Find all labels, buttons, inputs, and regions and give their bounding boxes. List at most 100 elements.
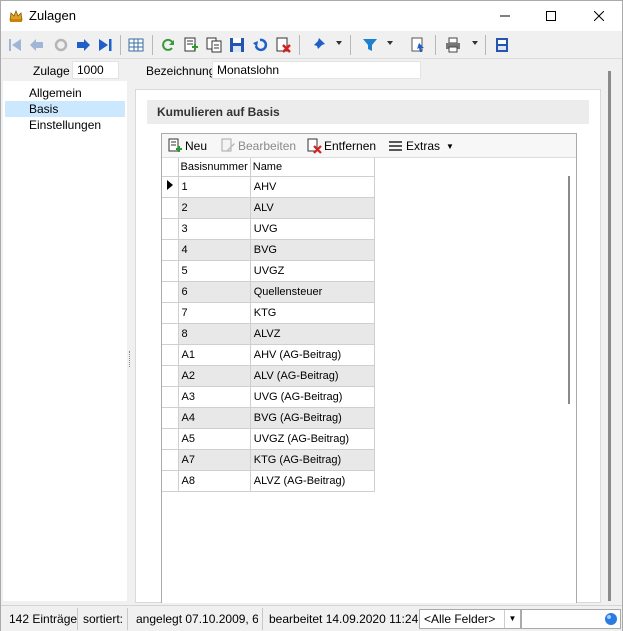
cell-name[interactable]: ALVZ (AG-Beitrag) xyxy=(250,470,375,492)
cell-name[interactable]: AHV xyxy=(250,176,375,198)
table-row[interactable]: A4 BVG (AG-Beitrag) xyxy=(162,407,375,429)
new-record-icon[interactable] xyxy=(181,35,201,55)
sidebar-item-einstellungen[interactable]: Einstellungen xyxy=(5,117,125,133)
sidebar-item-allgemein[interactable]: Allgemein xyxy=(5,85,125,101)
field-combo[interactable]: <Alle Felder> ▼ xyxy=(419,609,521,629)
undo-icon[interactable] xyxy=(250,35,270,55)
table-row[interactable]: A8 ALVZ (AG-Beitrag) xyxy=(162,470,375,492)
row-indicator[interactable] xyxy=(162,344,179,366)
panel-scrollbar[interactable] xyxy=(608,71,611,601)
table-row[interactable]: 5 UVGZ xyxy=(162,260,375,282)
cell-basisnummer[interactable]: A5 xyxy=(178,428,251,450)
cell-basisnummer[interactable]: 1 xyxy=(178,176,251,198)
calculator-icon[interactable] xyxy=(492,35,512,55)
table-row[interactable]: 7 KTG xyxy=(162,302,375,324)
table-row[interactable]: 1 AHV xyxy=(162,176,375,198)
splitter-handle[interactable] xyxy=(129,351,131,367)
extras-menu[interactable]: Extras ▼ xyxy=(388,138,454,154)
cell-name[interactable]: ALV xyxy=(250,197,375,219)
row-indicator[interactable] xyxy=(162,365,179,387)
cell-name[interactable]: BVG (AG-Beitrag) xyxy=(250,407,375,429)
remove-button[interactable]: Entfernen xyxy=(306,138,376,154)
cell-basisnummer[interactable]: 2 xyxy=(178,197,251,219)
pin-icon[interactable] xyxy=(308,35,328,55)
pin-dropdown-arrow[interactable] xyxy=(336,41,342,45)
row-indicator[interactable] xyxy=(162,197,179,219)
delete-icon[interactable] xyxy=(273,35,293,55)
search-input[interactable] xyxy=(521,609,621,629)
cell-basisnummer[interactable]: A8 xyxy=(178,470,251,492)
row-indicator[interactable] xyxy=(162,281,179,303)
filter-dropdown-arrow[interactable] xyxy=(387,41,393,45)
sidebar-item-basis[interactable]: Basis xyxy=(5,101,125,117)
cell-basisnummer[interactable]: A3 xyxy=(178,386,251,408)
row-indicator[interactable] xyxy=(162,239,179,261)
chevron-down-icon[interactable]: ▼ xyxy=(504,610,520,628)
cell-basisnummer[interactable]: 4 xyxy=(178,239,251,261)
cell-name[interactable]: UVG (AG-Beitrag) xyxy=(250,386,375,408)
row-indicator[interactable] xyxy=(162,407,179,429)
cell-name[interactable]: Quellensteuer xyxy=(250,281,375,303)
cell-basisnummer[interactable]: 6 xyxy=(178,281,251,303)
table-row[interactable]: A7 KTG (AG-Beitrag) xyxy=(162,449,375,471)
row-indicator[interactable] xyxy=(162,218,179,240)
attach-icon[interactable] xyxy=(408,35,428,55)
minimize-button[interactable] xyxy=(482,1,528,31)
row-indicator[interactable] xyxy=(162,386,179,408)
table-row[interactable]: 2 ALV xyxy=(162,197,375,219)
cell-name[interactable]: ALV (AG-Beitrag) xyxy=(250,365,375,387)
maximize-button[interactable] xyxy=(528,1,574,31)
cell-basisnummer[interactable]: A2 xyxy=(178,365,251,387)
last-record-icon[interactable] xyxy=(95,35,115,55)
table-row[interactable]: 4 BVG xyxy=(162,239,375,261)
new-button[interactable]: Neu xyxy=(167,138,207,154)
row-indicator[interactable] xyxy=(162,428,179,450)
first-record-icon[interactable] xyxy=(5,35,25,55)
save-icon[interactable] xyxy=(227,35,247,55)
cell-name[interactable]: KTG xyxy=(250,302,375,324)
cell-basisnummer[interactable]: 5 xyxy=(178,260,251,282)
table-view-icon[interactable] xyxy=(126,35,146,55)
table-row[interactable]: A1 AHV (AG-Beitrag) xyxy=(162,344,375,366)
cell-name[interactable]: BVG xyxy=(250,239,375,261)
row-indicator[interactable] xyxy=(162,323,179,345)
cell-name[interactable]: UVG xyxy=(250,218,375,240)
table-row[interactable]: A2 ALV (AG-Beitrag) xyxy=(162,365,375,387)
reload-icon[interactable] xyxy=(158,35,178,55)
cell-basisnummer[interactable]: A1 xyxy=(178,344,251,366)
row-indicator[interactable] xyxy=(162,302,179,324)
copy-record-icon[interactable] xyxy=(204,35,224,55)
cell-name[interactable]: UVGZ xyxy=(250,260,375,282)
cell-name[interactable]: KTG (AG-Beitrag) xyxy=(250,449,375,471)
cell-basisnummer[interactable]: A4 xyxy=(178,407,251,429)
table-row[interactable]: 8 ALVZ xyxy=(162,323,375,345)
cell-basisnummer[interactable]: 3 xyxy=(178,218,251,240)
prev-record-icon[interactable] xyxy=(27,35,47,55)
globe-search-icon[interactable] xyxy=(604,612,618,626)
column-header-basisnummer[interactable]: Basisnummer xyxy=(178,158,251,177)
row-indicator[interactable] xyxy=(162,449,179,471)
row-indicator[interactable] xyxy=(162,176,179,198)
zulage-field[interactable]: 1000 xyxy=(72,61,119,79)
print-dropdown-arrow[interactable] xyxy=(472,41,478,45)
cell-name[interactable]: ALVZ xyxy=(250,323,375,345)
grid-scrollbar[interactable] xyxy=(568,176,570,404)
next-record-icon[interactable] xyxy=(73,35,93,55)
cell-name[interactable]: UVGZ (AG-Beitrag) xyxy=(250,428,375,450)
row-indicator[interactable] xyxy=(162,260,179,282)
filter-icon[interactable] xyxy=(360,35,380,55)
edit-button[interactable]: Bearbeiten xyxy=(220,138,296,154)
close-button[interactable] xyxy=(576,1,622,31)
print-icon[interactable] xyxy=(443,35,463,55)
bezeichnung-field[interactable]: Monatslohn xyxy=(212,61,421,79)
column-header-name[interactable]: Name xyxy=(250,158,375,177)
table-row[interactable]: A5 UVGZ (AG-Beitrag) xyxy=(162,428,375,450)
table-row[interactable]: 6 Quellensteuer xyxy=(162,281,375,303)
refresh-disabled-icon[interactable] xyxy=(51,35,71,55)
cell-basisnummer[interactable]: A7 xyxy=(178,449,251,471)
table-row[interactable]: 3 UVG xyxy=(162,218,375,240)
cell-name[interactable]: AHV (AG-Beitrag) xyxy=(250,344,375,366)
table-row[interactable]: A3 UVG (AG-Beitrag) xyxy=(162,386,375,408)
row-indicator[interactable] xyxy=(162,470,179,492)
cell-basisnummer[interactable]: 7 xyxy=(178,302,251,324)
